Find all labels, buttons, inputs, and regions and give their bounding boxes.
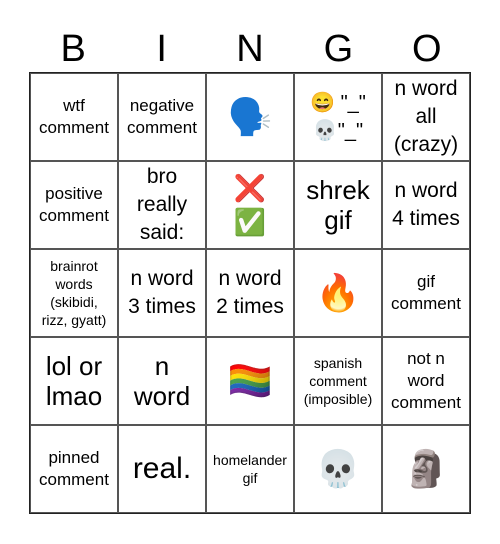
bingo-cell[interactable]: 😄 "_" 💀"_" bbox=[294, 73, 382, 161]
bingo-cell[interactable]: spanish comment (imposible) bbox=[294, 337, 382, 425]
fire-icon[interactable]: 🔥 bbox=[294, 249, 382, 337]
bingo-cell[interactable]: lol or lmao bbox=[30, 337, 118, 425]
bingo-cell[interactable]: homelander gif bbox=[206, 425, 294, 513]
skull-icon[interactable]: 💀 bbox=[294, 425, 382, 513]
header-letter-n: N bbox=[236, 28, 264, 70]
bingo-cell[interactable]: gif comment bbox=[382, 249, 470, 337]
bingo-cell[interactable]: pinned comment bbox=[30, 425, 118, 513]
bingo-cell[interactable]: negative comment bbox=[118, 73, 206, 161]
bingo-header: B I N G O bbox=[29, 26, 471, 72]
bingo-cell[interactable]: wtf comment bbox=[30, 73, 118, 161]
bingo-cell[interactable]: not n word comment bbox=[382, 337, 470, 425]
rainbow-flag-icon[interactable]: 🏳️‍🌈 bbox=[206, 337, 294, 425]
bingo-cell[interactable]: shrek gif bbox=[294, 161, 382, 249]
speaking-head-icon[interactable]: 🗣️ bbox=[206, 73, 294, 161]
header-letter-g: G bbox=[323, 28, 354, 70]
moai-icon[interactable]: 🗿 bbox=[382, 425, 470, 513]
bingo-board: wtf comment negative comment 🗣️ 😄 "_" 💀"… bbox=[29, 72, 471, 514]
bingo-cell[interactable]: n word all (crazy) bbox=[382, 73, 470, 161]
bingo-cell[interactable]: n word 2 times bbox=[206, 249, 294, 337]
header-letter-i: I bbox=[156, 28, 167, 70]
header-letter-o: O bbox=[412, 28, 442, 70]
bingo-cell[interactable]: n word 4 times bbox=[382, 161, 470, 249]
bingo-cell[interactable]: positive comment bbox=[30, 161, 118, 249]
bingo-cell[interactable]: bro really said: bbox=[118, 161, 206, 249]
bingo-cell[interactable]: n word 3 times bbox=[118, 249, 206, 337]
bingo-cell[interactable]: n word bbox=[118, 337, 206, 425]
header-letter-b: B bbox=[60, 28, 86, 70]
bingo-cell[interactable]: brainrot words (skibidi, rizz, gyatt) bbox=[30, 249, 118, 337]
cross-check-icon[interactable]: ❌ ✅ bbox=[206, 161, 294, 249]
bingo-cell[interactable]: real. bbox=[118, 425, 206, 513]
